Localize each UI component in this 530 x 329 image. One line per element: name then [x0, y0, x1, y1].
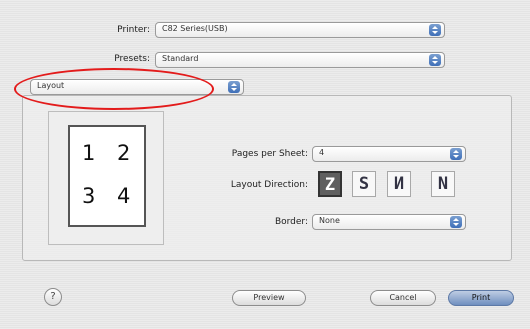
layout-direction-label: Layout Direction:	[230, 180, 308, 190]
border-value: None	[319, 216, 340, 225]
preview-page: 1 2 3 4	[68, 125, 146, 227]
border-label: Border:	[274, 217, 308, 227]
pages-per-sheet-label: Pages per Sheet:	[231, 149, 308, 159]
printer-value: C82 Series(USB)	[162, 24, 228, 33]
chevron-updown-icon	[450, 216, 462, 228]
pages-per-sheet-value: 4	[319, 148, 325, 157]
layout-direction-n-reverse-button[interactable]: N	[431, 171, 455, 197]
preview-page-number: 2	[117, 141, 131, 165]
highlight-ellipse	[14, 68, 214, 110]
layout-direction-z-button[interactable]: Z	[318, 171, 342, 197]
print-button[interactable]: Print	[448, 290, 514, 306]
preview-page-number: 4	[117, 184, 131, 208]
chevron-updown-icon	[429, 54, 441, 66]
presets-label: Presets:	[114, 54, 150, 64]
cancel-button[interactable]: Cancel	[370, 290, 436, 306]
layout-direction-n-button[interactable]: N	[387, 171, 411, 197]
preview-page-number: 3	[82, 184, 96, 208]
presets-value: Standard	[162, 54, 199, 63]
presets-select[interactable]: Standard	[155, 52, 445, 68]
help-button[interactable]: ?	[44, 288, 62, 306]
pages-per-sheet-select[interactable]: 4	[312, 146, 466, 162]
chevron-updown-icon	[228, 81, 240, 93]
chevron-updown-icon	[429, 24, 441, 36]
printer-select[interactable]: C82 Series(USB)	[155, 22, 445, 38]
printer-label: Printer:	[117, 25, 150, 35]
preview-page-number: 1	[82, 141, 96, 165]
preview-button[interactable]: Preview	[232, 290, 306, 306]
chevron-updown-icon	[450, 148, 462, 160]
border-select[interactable]: None	[312, 214, 466, 230]
layout-direction-s-button[interactable]: S	[352, 171, 376, 197]
